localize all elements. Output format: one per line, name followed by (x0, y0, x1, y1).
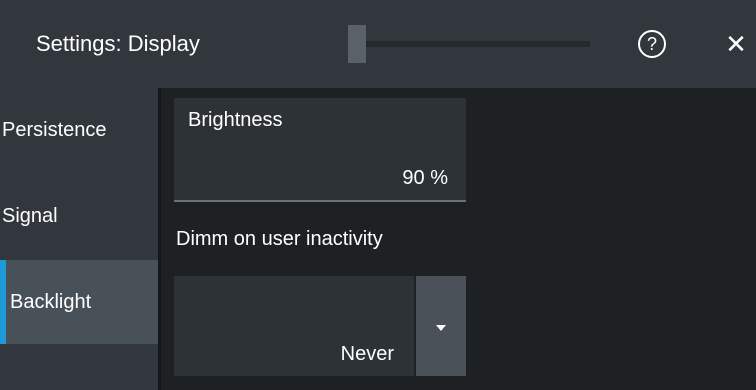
close-icon[interactable]: ✕ (716, 26, 756, 62)
settings-display-dialog: Settings: Display ? ✕ Persistence Signal… (0, 0, 756, 390)
dimm-select-value: Never (340, 343, 394, 365)
transparency-slider-handle[interactable] (348, 25, 366, 63)
transparency-slider-track[interactable] (350, 41, 590, 47)
brightness-value[interactable]: 90 % (402, 164, 448, 192)
sidebar-item-backlight[interactable]: Backlight (0, 260, 158, 344)
sidebar-item-label: Persistence (2, 119, 107, 141)
brightness-label: Brightness (188, 109, 283, 131)
brightness-field[interactable]: Brightness 90 % (174, 98, 466, 200)
dropdown-arrow-icon (436, 325, 446, 331)
sidebar: Persistence Signal Backlight (0, 88, 158, 390)
title-bar[interactable]: Settings: Display ? ✕ (0, 0, 756, 88)
dimm-select[interactable]: Never (174, 276, 414, 376)
sidebar-divider (158, 88, 161, 390)
sidebar-item-signal[interactable]: Signal (0, 174, 158, 258)
dialog-title: Settings: Display (36, 31, 200, 56)
brightness-underline (174, 200, 466, 202)
sidebar-item-persistence[interactable]: Persistence (0, 88, 158, 172)
dimm-label: Dimm on user inactivity (176, 228, 383, 250)
selected-indicator (0, 260, 6, 344)
sidebar-item-label: Backlight (10, 291, 92, 313)
sidebar-item-label: Signal (2, 205, 58, 227)
dimm-dropdown-button[interactable] (416, 276, 466, 376)
help-icon[interactable]: ? (638, 30, 666, 58)
